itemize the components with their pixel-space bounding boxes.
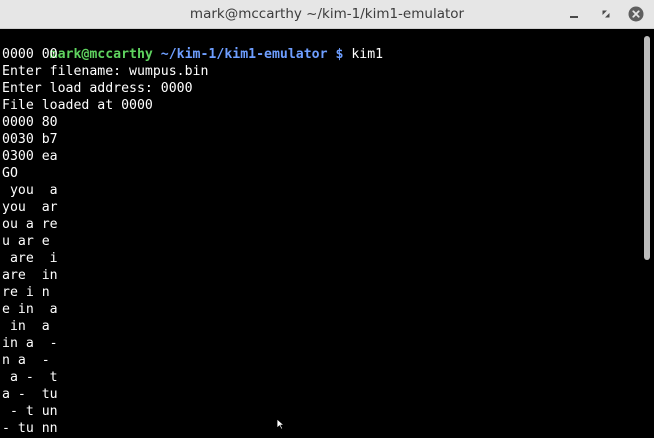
output-line: ou a re [2,217,58,232]
output-line: e in a [2,302,58,317]
scrollbar[interactable] [644,36,650,260]
output-line: File loaded at 0000 [2,98,153,113]
prompt-user-host: mark@mccarthy [49,47,153,62]
output-line: Enter filename: wumpus.bin [2,64,209,79]
prompt-line: mark@mccarthy ~/kim-1/kim1-emulator $ ki… [2,29,383,62]
close-icon [628,6,644,22]
output-line: GO [2,166,18,181]
window-title: mark@mccarthy ~/kim-1/kim1-emulator [189,6,465,22]
output-line: u ar e [2,234,58,249]
output-line: in a [2,319,58,334]
mouse-pointer-icon [276,418,286,430]
terminal-window: mark@mccarthy ~/kim-1/kim1-emulator mark… [0,0,654,438]
minimize-button[interactable] [566,6,582,22]
output-line: 0000 00 [2,47,58,62]
output-line: are in [2,268,58,283]
maximize-button[interactable] [598,6,614,22]
output-line: a - tu [2,387,58,402]
terminal-output[interactable]: mark@mccarthy ~/kim-1/kim1-emulator $ ki… [0,29,640,438]
output-line: you ar [2,200,58,215]
title-bar[interactable]: mark@mccarthy ~/kim-1/kim1-emulator [0,0,654,29]
output-line: in a - [2,336,58,351]
output-line: you a [2,183,58,198]
output-line: 0000 80 [2,115,58,130]
output-line: Enter load address: 0000 [2,81,193,96]
output-line: a - t [2,370,58,385]
prompt-path: ~/kim-1/kim1-emulator $ [152,47,344,62]
output-line: re i n [2,285,58,300]
output-line: 0300 ea [2,149,58,164]
minimize-icon [570,16,578,18]
close-button[interactable] [628,6,644,22]
output-line: - tu nn [2,421,58,436]
output-line: 0030 b7 [2,132,58,147]
output-line: - t un [2,404,58,419]
maximize-icon [602,10,610,18]
output-line: n a - [2,353,58,368]
prompt-command: kim1 [343,47,384,62]
output-line: are i [2,251,58,266]
